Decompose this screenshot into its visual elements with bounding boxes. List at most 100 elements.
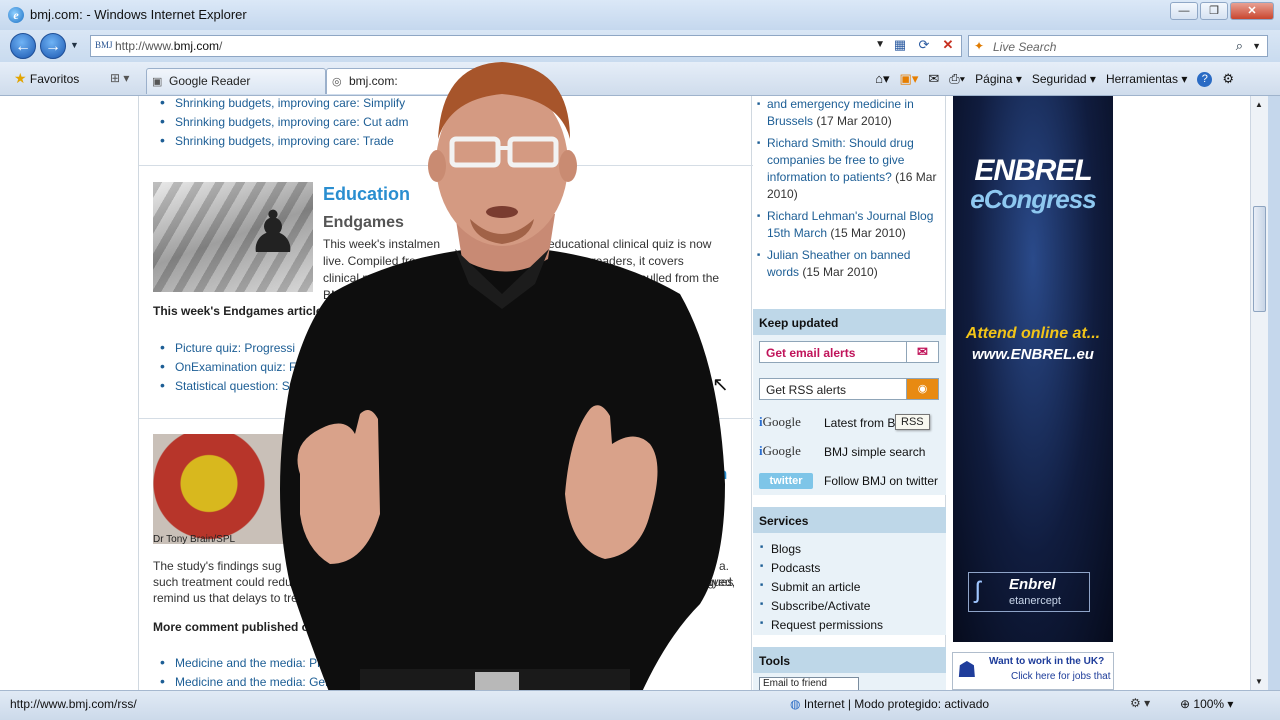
list-item[interactable]: Medicine and the media: Genmed	[160, 673, 622, 690]
list-item[interactable]: and emergency medicine in Brussels (17 M…	[757, 96, 943, 130]
igoogle-logo: iGoogle	[759, 443, 801, 458]
list-item[interactable]: Podcasts	[760, 561, 883, 580]
services-heading: Services	[753, 507, 946, 533]
protected-mode-icon[interactable]: ⚙ ▾	[1130, 696, 1150, 710]
keep-updated-heading: Keep updated	[753, 309, 946, 335]
favorites-button[interactable]: ★ Favoritos	[14, 70, 79, 87]
title-bar: e bmj.com: - Windows Internet Explorer —…	[0, 0, 1280, 30]
list-item[interactable]: Statistical question: S	[160, 377, 296, 398]
refresh-icon[interactable]: ⟳	[915, 37, 933, 53]
scroll-thumb[interactable]	[1253, 206, 1266, 312]
scroll-up-icon[interactable]: ▲	[1255, 100, 1263, 109]
mail-icon[interactable]: ✉	[928, 71, 939, 87]
list-item[interactable]: OnExamination quiz: F	[160, 358, 296, 379]
rss-tooltip: RSS	[895, 414, 930, 430]
article-heading-link[interactable]: in	[713, 466, 727, 484]
endgames-heading: Endgames	[323, 214, 404, 231]
right-column: and emergency medicine in Brussels (17 M…	[753, 96, 946, 690]
main-column: Shrinking budgets, improving care: Simpl…	[138, 96, 753, 690]
url-field[interactable]: BMJ http://www.bmj.com/ ▼ ▦ ⟳ ✕	[90, 35, 962, 57]
rss-alerts-button[interactable]: Get RSS alerts ◉	[759, 378, 939, 400]
search-options-icon[interactable]: ▼	[1252, 41, 1261, 51]
minimize-button[interactable]: —	[1170, 2, 1198, 20]
print-icon[interactable]: ⎙▾	[949, 71, 965, 87]
stop-icon[interactable]: ✕	[939, 37, 957, 53]
star-icon: ★	[14, 70, 27, 86]
globe-icon: ◍	[790, 697, 801, 711]
reader-icon: ▣	[152, 76, 163, 88]
search-placeholder[interactable]: Live Search	[993, 40, 1056, 54]
list-item[interactable]: Richard Lehman's Journal Blog 15th March…	[757, 208, 943, 242]
vertical-scrollbar[interactable]: ▲ ▼	[1250, 96, 1268, 690]
url-dropdown-icon[interactable]: ▼	[875, 39, 885, 50]
top-links: Shrinking budgets, improving care: Simpl…	[160, 96, 548, 153]
list-item[interactable]: Julian Sheather on banned words (15 Mar …	[757, 247, 943, 281]
security-menu[interactable]: Seguridad ▾	[1032, 72, 1096, 86]
tools-box: Email to friend	[753, 673, 946, 690]
endgames-articles-title: This week's Endgames articles	[153, 304, 330, 318]
list-item[interactable]: Blogs	[760, 542, 883, 561]
list-item[interactable]: Picture quiz: Progressi	[160, 339, 296, 360]
list-item[interactable]: Request permissions	[760, 618, 883, 637]
mouse-cursor-icon: ↖	[712, 374, 729, 396]
status-bar: http://www.bmj.com/rss/ ◍ Internet | Mod…	[0, 690, 1280, 720]
back-button[interactable]: ←	[10, 33, 36, 59]
ad-brand: ʃ Enbrel etanercept	[968, 572, 1090, 612]
tools-select[interactable]: Email to friend	[759, 677, 859, 690]
history-dropdown-icon[interactable]: ▼	[70, 40, 79, 50]
help-icon[interactable]: ?	[1197, 71, 1213, 87]
research-icon[interactable]: ⚙	[1222, 71, 1234, 87]
ad-attend: Attend online at...	[965, 325, 1101, 342]
site-favicon: BMJ	[95, 40, 113, 50]
tab-bmj[interactable]: ◎ bmj.com:	[326, 68, 486, 94]
list-item[interactable]: Shrinking budgets, improving care: Simpl…	[160, 96, 540, 115]
image-credit: Dr Tony Brain/SPL	[153, 534, 236, 545]
compatibility-view-icon[interactable]: ▦	[891, 37, 909, 53]
close-window-button[interactable]: ✕	[1230, 2, 1274, 20]
home-icon[interactable]: ⌂▾	[875, 71, 889, 87]
quick-tabs-icon[interactable]: ⊞ ▾	[110, 71, 129, 85]
ad-subtitle: eCongress	[970, 184, 1096, 214]
url-text[interactable]: http://www.bmj.com/	[115, 39, 222, 53]
security-zone[interactable]: ◍ Internet | Modo protegido: activado	[790, 697, 989, 711]
list-item[interactable]: Richard Smith: Should drug companies be …	[757, 135, 943, 203]
article-summary: The study's findings sug a. such treatmen…	[153, 559, 736, 605]
window-controls: — ❐ ✕	[1170, 2, 1274, 20]
services-list: Blogs Podcasts Submit an article Subscri…	[760, 542, 883, 637]
tools-heading: Tools	[753, 647, 946, 673]
divider	[139, 418, 753, 419]
pawn-icon: ♟	[247, 200, 299, 265]
email-alerts-button[interactable]: Get email alerts ✉	[759, 341, 939, 363]
enbrel-ad[interactable]: ENBREL eCongress Attend online at... www…	[953, 96, 1113, 642]
twitter-logo: twitter	[759, 473, 813, 489]
list-item[interactable]: Subscribe/Activate	[760, 599, 883, 618]
igoogle-search-row[interactable]: iGoogle BMJ simple search	[759, 441, 944, 463]
education-heading[interactable]: Education	[323, 184, 410, 205]
divider	[139, 165, 753, 166]
ad-title: ENBREL	[974, 154, 1092, 187]
chess-pawn-image: ♟	[153, 182, 313, 292]
command-bar: ★ Favoritos ⊞ ▾ ▣ Google Reader ◎ bmj.com:…	[0, 62, 1280, 96]
feeds-icon[interactable]: ▣▾	[900, 71, 919, 87]
page-menu[interactable]: Página ▾	[975, 72, 1022, 86]
tab-google-reader[interactable]: ▣ Google Reader	[146, 68, 326, 94]
forward-button[interactable]: →	[40, 33, 66, 59]
maximize-button[interactable]: ❐	[1200, 2, 1228, 20]
search-icon[interactable]: ⌕	[1236, 38, 1243, 54]
twitter-row[interactable]: twitter Follow BMJ on twitter	[759, 470, 944, 492]
zoom-level[interactable]: ⊕ 100% ▾	[1180, 697, 1233, 711]
ie-logo-icon: e	[8, 7, 24, 23]
list-item[interactable]: Shrinking budgets, improving care: Cut a…	[160, 113, 548, 134]
page-icon: ◎	[332, 76, 342, 88]
search-box[interactable]: ✦ Live Search ⌕ ▼	[968, 35, 1268, 57]
window-title: bmj.com: - Windows Internet Explorer	[30, 7, 247, 22]
list-item[interactable]: Medicine and the media: Prosta?	[160, 654, 606, 675]
list-item[interactable]: Submit an article	[760, 580, 883, 599]
scroll-down-icon[interactable]: ▼	[1255, 677, 1263, 686]
tools-menu[interactable]: Herramientas ▾	[1106, 72, 1187, 86]
uk-jobs-ad[interactable]: ☗ Want to work in the UK? Click here for…	[952, 652, 1114, 690]
blog-list: and emergency medicine in Brussels (17 M…	[757, 96, 943, 286]
list-item[interactable]: Shrinking budgets, improving care: Trade	[160, 132, 408, 153]
ad-url: www.ENBREL.eu	[972, 346, 1094, 363]
services-box: Blogs Podcasts Submit an article Subscri…	[753, 533, 946, 635]
